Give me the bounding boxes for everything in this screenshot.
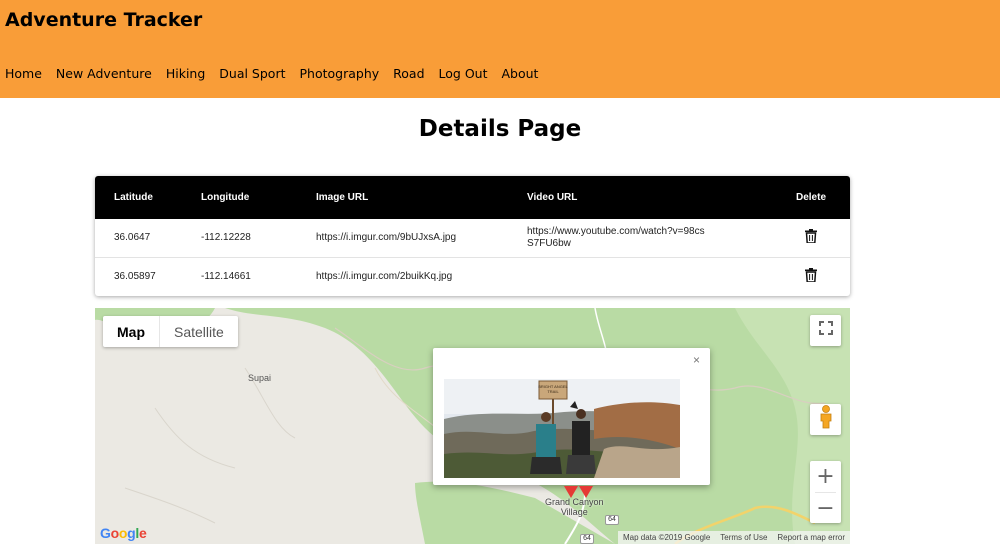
column-header-image-url: Image URL xyxy=(316,176,527,219)
cell-delete xyxy=(772,257,850,295)
video-url-text: https://www.youtube.com/watch?v=98csS7FU… xyxy=(527,225,705,249)
cell-longitude: -112.14661 xyxy=(201,270,251,282)
locations-table: Latitude Longitude Image URL Video URL D… xyxy=(95,176,850,295)
app-header: Adventure Tracker Home New Adventure Hik… xyxy=(0,0,1000,98)
map-data-attribution: Map data ©2019 Google xyxy=(622,533,711,542)
cell-delete xyxy=(772,219,850,258)
fullscreen-button[interactable] xyxy=(810,315,841,346)
map-type-map-button[interactable]: Map xyxy=(103,316,160,347)
column-header-video-url: Video URL xyxy=(527,176,772,219)
street-view-pegman[interactable] xyxy=(810,404,841,435)
main-nav: Home New Adventure Hiking Dual Sport Pho… xyxy=(5,66,552,81)
nav-road[interactable]: Road xyxy=(393,66,424,81)
sign-text-line2: TRAIL xyxy=(547,389,559,394)
info-window-photo: BRIGHT ANGEL TRAIL xyxy=(444,379,680,478)
zoom-in-button[interactable]: + xyxy=(810,461,841,492)
place-label-grand-canyon-village: Grand Canyon Village xyxy=(545,497,604,517)
place-label-line1: Grand Canyon xyxy=(545,497,604,507)
google-logo: Google xyxy=(100,525,147,541)
cell-image-url: https://i.imgur.com/9bUJxsA.jpg xyxy=(316,219,527,258)
pegman-icon xyxy=(819,405,833,434)
cell-latitude: 36.05897 xyxy=(114,270,156,282)
fullscreen-icon xyxy=(818,321,833,340)
report-map-error-link[interactable]: Report a map error xyxy=(772,533,850,542)
hikers-photo: BRIGHT ANGEL TRAIL xyxy=(444,379,680,478)
close-icon[interactable]: × xyxy=(693,353,700,367)
nav-photography[interactable]: Photography xyxy=(300,66,380,81)
nav-log-out[interactable]: Log Out xyxy=(439,66,488,81)
table-row: 36.05897 -112.14661 https://i.imgur.com/… xyxy=(95,257,850,295)
table-header-row: Latitude Longitude Image URL Video URL D… xyxy=(95,176,850,219)
app-title: Adventure Tracker xyxy=(5,9,203,31)
nav-dual-sport[interactable]: Dual Sport xyxy=(219,66,285,81)
map-footer: Map data ©2019 Google Terms of Use Repor… xyxy=(617,531,850,544)
cell-longitude: -112.12228 xyxy=(201,219,316,258)
terms-of-use-link[interactable]: Terms of Use xyxy=(715,533,772,542)
map-info-window: × BRIGHT ANGEL TRAIL xyxy=(433,348,710,485)
map-type-satellite-button[interactable]: Satellite xyxy=(160,316,238,347)
page-title: Details Page xyxy=(418,116,582,142)
nav-home[interactable]: Home xyxy=(5,66,42,81)
nav-about[interactable]: About xyxy=(502,66,539,81)
zoom-out-button[interactable]: − xyxy=(810,493,841,524)
column-header-delete: Delete xyxy=(772,176,850,219)
nav-new-adventure[interactable]: New Adventure xyxy=(56,66,152,81)
table-row: 36.0647 -112.12228 https://i.imgur.com/9… xyxy=(95,219,850,258)
place-label-line2: Village xyxy=(560,507,588,517)
cell-image-url: https://i.imgur.com/2buikKq.jpg xyxy=(316,270,453,282)
place-label-supai: Supai xyxy=(248,373,272,383)
route-shield: 64 xyxy=(580,534,594,544)
cell-latitude: 36.0647 xyxy=(95,219,201,258)
column-header-latitude: Latitude xyxy=(95,176,201,219)
cell-video-url: https://www.youtube.com/watch?v=98csS7FU… xyxy=(527,219,772,258)
route-shield: 64 xyxy=(605,515,619,525)
map-type-control: Map Satellite xyxy=(103,316,238,347)
locations-table-card: Latitude Longitude Image URL Video URL D… xyxy=(95,176,850,296)
trash-icon[interactable] xyxy=(805,267,817,285)
map-view[interactable]: Map Satellite + − Supai × BRIGHT ANGEL T… xyxy=(95,308,850,544)
column-header-longitude: Longitude xyxy=(201,176,316,219)
nav-hiking[interactable]: Hiking xyxy=(166,66,205,81)
cell-video-url xyxy=(527,257,772,295)
zoom-control: + − xyxy=(810,461,841,523)
trash-icon[interactable] xyxy=(805,229,817,246)
